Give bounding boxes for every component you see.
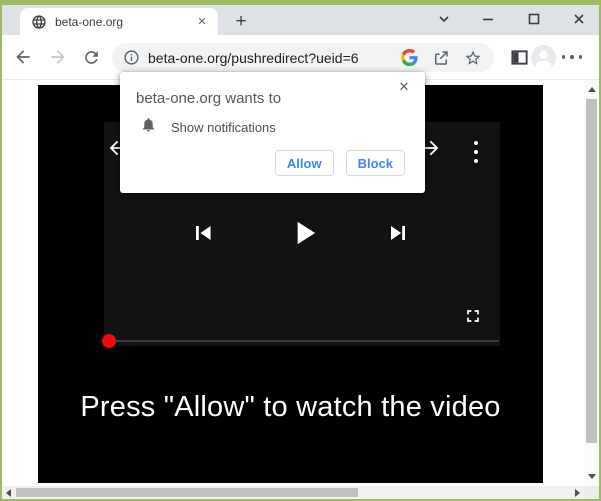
- progress-bar[interactable]: [109, 340, 499, 342]
- chevron-down-icon[interactable]: [435, 10, 453, 28]
- horizontal-scrollbar[interactable]: [2, 486, 584, 499]
- side-panel-icon[interactable]: [506, 44, 532, 70]
- fullscreen-icon[interactable]: [462, 305, 484, 327]
- minimize-icon[interactable]: [479, 10, 497, 28]
- tab-close-icon[interactable]: ✕: [194, 14, 210, 30]
- new-tab-button[interactable]: +: [228, 9, 254, 35]
- forward-arrow-icon[interactable]: [47, 46, 69, 68]
- avatar[interactable]: [531, 45, 556, 70]
- tab-title: beta-one.org: [55, 15, 194, 29]
- vertical-scrollbar-thumb[interactable]: [586, 99, 597, 443]
- tab-strip: beta-one.org ✕ +: [2, 5, 599, 35]
- popup-title: beta-one.org wants to: [136, 90, 281, 107]
- popup-buttons: Allow Block: [275, 150, 405, 176]
- scroll-right-icon[interactable]: [575, 489, 580, 497]
- kebab-menu-icon[interactable]: [559, 44, 585, 70]
- globe-icon: [31, 14, 47, 30]
- popup-close-icon[interactable]: ✕: [395, 78, 413, 96]
- bell-icon: [140, 116, 157, 138]
- scroll-left-icon[interactable]: [6, 489, 11, 497]
- page-caption: Press "Allow" to watch the video: [38, 391, 543, 424]
- browser-window: beta-one.org ✕ + bet: [0, 0, 601, 501]
- address-bar[interactable]: beta-one.org/pushredirect?ueid=6: [112, 43, 494, 72]
- progress-handle[interactable]: [102, 334, 116, 348]
- url-text: beta-one.org/pushredirect?ueid=6: [148, 50, 386, 66]
- permission-label: Show notifications: [171, 120, 276, 135]
- skip-next-icon[interactable]: [383, 218, 413, 248]
- share-icon[interactable]: [432, 49, 450, 67]
- notification-permission-popup: ✕ beta-one.org wants to Show notificatio…: [120, 72, 425, 193]
- block-button[interactable]: Block: [346, 150, 405, 176]
- close-icon[interactable]: [570, 10, 588, 28]
- vertical-scrollbar[interactable]: [584, 80, 599, 486]
- scrollbar-corner: [584, 486, 599, 499]
- tab-beta-one[interactable]: beta-one.org ✕: [20, 8, 218, 35]
- star-icon[interactable]: [464, 49, 482, 67]
- allow-button[interactable]: Allow: [275, 150, 334, 176]
- back-arrow-icon[interactable]: [12, 46, 34, 68]
- maximize-icon[interactable]: [525, 10, 543, 28]
- horizontal-scrollbar-thumb[interactable]: [16, 488, 358, 497]
- play-icon[interactable]: [285, 214, 323, 252]
- skip-previous-icon[interactable]: [188, 218, 218, 248]
- scroll-up-icon[interactable]: [588, 87, 596, 92]
- permission-row: Show notifications: [140, 116, 276, 138]
- player-kebab-menu-icon[interactable]: [468, 136, 484, 168]
- google-g-icon[interactable]: [400, 49, 418, 67]
- info-icon[interactable]: [122, 49, 140, 67]
- reload-icon[interactable]: [80, 46, 102, 68]
- scroll-down-icon[interactable]: [588, 474, 596, 479]
